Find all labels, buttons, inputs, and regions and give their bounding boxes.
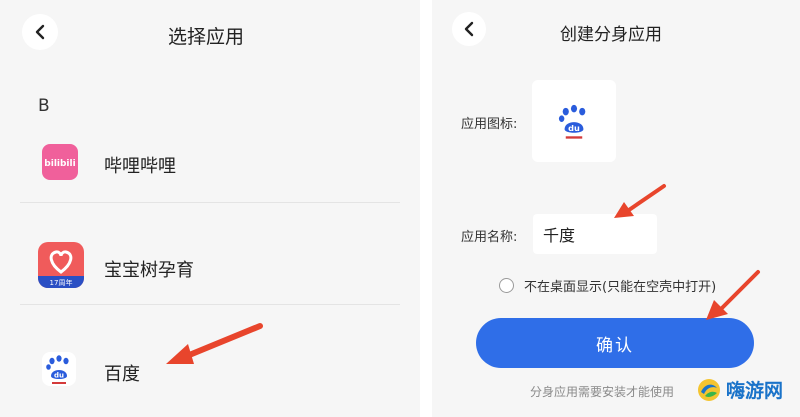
app-name: 宝宝树孕育	[104, 260, 194, 281]
arrow-annotation	[706, 270, 760, 320]
hide-desktop-radio[interactable]	[499, 278, 514, 293]
app-item-bilibili[interactable]: bilibili 哔哩哔哩	[0, 130, 420, 202]
arrow-annotation	[166, 323, 263, 364]
page-title: 选择应用	[168, 26, 245, 48]
svg-text:du: du	[54, 372, 64, 380]
app-icon-label: 应用图标:	[461, 117, 518, 132]
chevron-left-icon	[464, 21, 474, 37]
site-watermark: 嗨游网	[696, 376, 783, 403]
section-letter: B	[38, 96, 50, 116]
app-name: 百度	[104, 364, 140, 385]
divider	[20, 304, 400, 305]
confirm-button[interactable]: 确认	[476, 318, 754, 368]
babytree-icon: 17周年	[38, 242, 84, 288]
app-item-babytree[interactable]: 17周年 宝宝树孕育	[0, 230, 420, 302]
site-logo-icon	[698, 378, 720, 401]
app-name: 哔哩哔哩	[104, 156, 176, 177]
page-title: 创建分身应用	[560, 25, 662, 45]
bilibili-icon: bilibili	[42, 144, 78, 180]
back-button[interactable]	[452, 12, 486, 46]
baidu-icon: du	[42, 352, 76, 386]
app-icon-preview[interactable]: du	[532, 80, 616, 162]
svg-text:17周年: 17周年	[50, 278, 73, 287]
footer-note: 分身应用需要安装才能使用	[530, 385, 675, 399]
watermark-text: 嗨游网	[726, 380, 784, 402]
divider	[20, 202, 400, 203]
baidu-icon: du	[558, 104, 586, 139]
back-button[interactable]	[22, 14, 58, 50]
svg-text:du: du	[568, 123, 580, 133]
chevron-left-icon	[35, 24, 45, 40]
hide-desktop-label: 不在桌面显示(只能在空壳中打开)	[524, 280, 717, 295]
arrow-annotation	[614, 184, 666, 218]
app-name-label: 应用名称:	[461, 230, 518, 245]
svg-text:bilibili: bilibili	[44, 159, 75, 169]
